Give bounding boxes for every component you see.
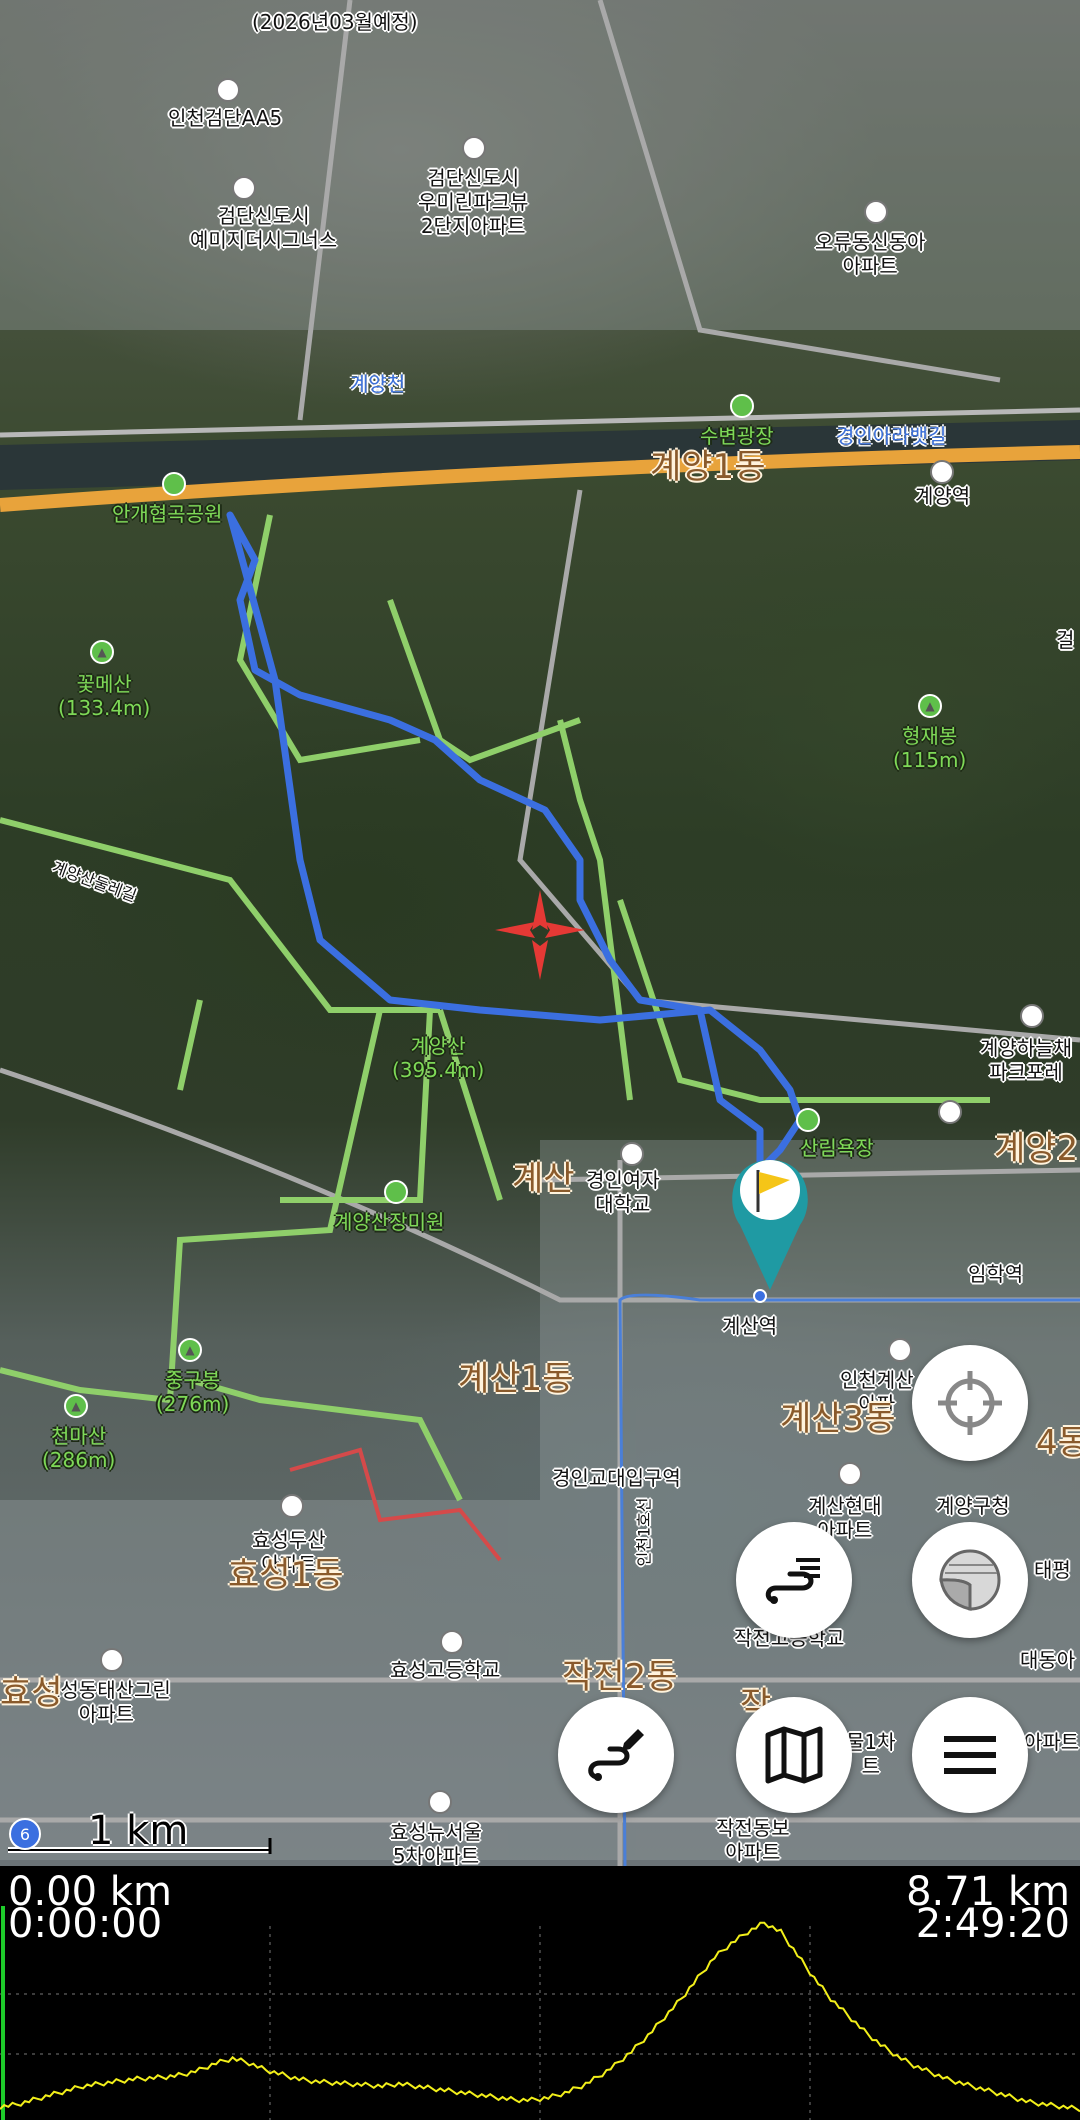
apartment-icon[interactable] [428, 1790, 452, 1814]
map-label: 경인여자 대학교 [586, 1168, 660, 1216]
map-label: 효성고등학교 [390, 1658, 501, 1682]
recorded-track [226, 511, 804, 1173]
map-label: 인천1호선 [634, 1497, 654, 1567]
apartment-icon[interactable] [838, 1462, 862, 1486]
map-label: 계양2 [994, 1129, 1079, 1169]
map-label: 계양천 [350, 372, 406, 396]
map-label: 천마산 (286m) [42, 1424, 116, 1472]
park-icon[interactable] [162, 472, 186, 496]
park-icon[interactable] [730, 394, 754, 418]
map-label: 효성 [0, 1673, 63, 1713]
apartment-icon[interactable] [216, 78, 240, 102]
map-label: 효성1동 [228, 1555, 344, 1595]
map-label: 계산3동 [780, 1399, 896, 1439]
elevation-profile[interactable]: 0.00 km 0:00:00 8.71 km 2:49:20 [0, 1866, 1080, 2120]
park-icon[interactable] [796, 1108, 820, 1132]
peak-icon[interactable]: ▲ [178, 1338, 202, 1362]
apartment-icon[interactable] [280, 1494, 304, 1518]
peak-icon[interactable]: ▲ [918, 694, 942, 718]
layers-button[interactable] [912, 1522, 1028, 1638]
map-label: 검단신도시 우미린파크뷰 2단지아파트 [418, 166, 529, 238]
map-label: 걸 [1056, 628, 1075, 652]
map-label: 작전2동 [562, 1657, 678, 1697]
peak-icon[interactable]: ▲ [90, 640, 114, 664]
route-list-button[interactable] [736, 1522, 852, 1638]
layers-icon [939, 1549, 1001, 1611]
peak-icon[interactable]: ▲ [64, 1394, 88, 1418]
map-label: 계양하늘채 파크포레 [980, 1036, 1072, 1084]
map-label: 수변광장 [700, 424, 774, 448]
profile-grid [0, 1926, 1080, 2120]
apartment-icon[interactable] [232, 176, 256, 200]
map-label: 임학역 [968, 1262, 1024, 1286]
map-label: (2026년03월예정) [252, 10, 418, 34]
menu-button[interactable] [912, 1697, 1028, 1813]
zoom-badge: 6 [20, 1825, 30, 1844]
map-icon [765, 1726, 823, 1784]
map-label: 계산역 [722, 1314, 778, 1338]
crosshair-icon [938, 1371, 1002, 1435]
end-time: 2:49:20 [915, 1901, 1070, 1947]
apartment-icon[interactable] [462, 136, 486, 160]
map-label: 계산1동 [458, 1359, 574, 1399]
map-label: 경인아라뱃길 [836, 424, 947, 448]
map-label: 계양산장미원 [334, 1210, 445, 1234]
subway-station-icon[interactable] [930, 460, 954, 484]
map-label: 안개협곡공원 [112, 502, 223, 526]
map-label: 효성뉴서울 5차아파트 [390, 1820, 482, 1866]
map-label: 계양구청 [936, 1494, 1010, 1518]
apartment-icon[interactable] [888, 1338, 912, 1362]
map-label: 아파트 [1024, 1730, 1080, 1754]
map-label: 산림욕장 [800, 1136, 874, 1160]
start-time: 0:00:00 [8, 1901, 163, 1947]
map-label: 오류동신동아 아파트 [815, 230, 926, 278]
map-label: 중구봉 (276m) [156, 1368, 230, 1416]
map-label: 인천검단AA5 [168, 106, 283, 130]
park-icon[interactable] [384, 1180, 408, 1204]
map-label: 작전동보 아파트 [716, 1816, 790, 1864]
draw-route-button[interactable] [558, 1697, 674, 1813]
route-draw-icon [588, 1729, 644, 1781]
map-label: 경인교대입구역 [552, 1466, 681, 1490]
map-label: 4동 [1036, 1423, 1080, 1463]
map-label: 대동아 [1020, 1648, 1076, 1672]
map-label: 계산 [512, 1159, 575, 1199]
map-label: 물1차 트 [846, 1730, 896, 1778]
map-label: 태평 [1034, 1558, 1071, 1582]
map-label: 계양역 [915, 484, 971, 508]
map-label: 계양1동 [650, 447, 766, 487]
school-icon[interactable] [440, 1630, 464, 1654]
apartment-icon[interactable] [100, 1648, 124, 1672]
scale-label: 1 km [88, 1808, 189, 1854]
map-view[interactable]: 6 (2026년03월예정) 인천검단AA5 검단신도시 우미린파크뷰 2단지아… [0, 0, 1080, 1866]
map-label: 꽃메산 (133.4m) [58, 672, 151, 720]
menu-icon [944, 1736, 996, 1774]
center-crosshair [495, 890, 585, 980]
subway-station-icon[interactable] [938, 1100, 962, 1124]
map-label: 형재봉 (115m) [893, 724, 967, 772]
map-button[interactable] [736, 1697, 852, 1813]
locate-button[interactable] [912, 1345, 1028, 1461]
school-icon[interactable] [620, 1142, 644, 1166]
apartment-icon[interactable] [864, 200, 888, 224]
route-list-icon [765, 1558, 820, 1604]
apartment-icon[interactable] [1020, 1004, 1044, 1028]
map-label: 검단신도시 예미지더시그너스 [190, 204, 338, 252]
map-label: 계양산 (395.4m) [392, 1034, 485, 1082]
